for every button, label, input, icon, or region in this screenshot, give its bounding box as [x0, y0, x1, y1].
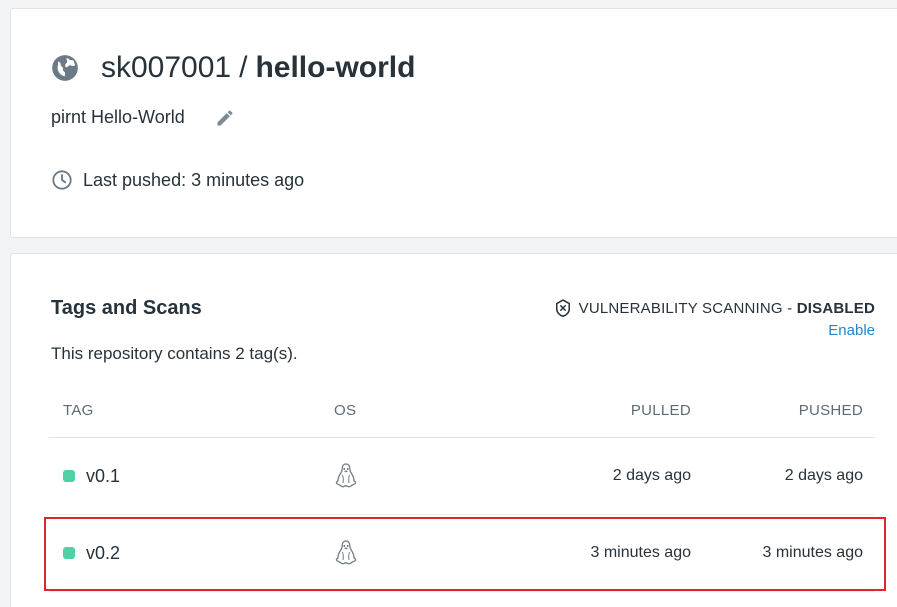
- repo-name: hello-world: [255, 51, 416, 84]
- tag-name[interactable]: v0.2: [86, 543, 120, 564]
- column-header-pulled[interactable]: PULLED: [494, 402, 691, 419]
- tags-heading: Tags and Scans: [51, 297, 202, 319]
- column-header-pushed[interactable]: PUSHED: [691, 402, 875, 419]
- shield-x-icon: [555, 299, 570, 317]
- tag-status-dot: [63, 547, 75, 559]
- os-cell: [334, 462, 494, 490]
- pulled-cell: 2 days ago: [612, 467, 691, 484]
- tags-card: Tags and Scans VULNERABILITY SCANNING - …: [10, 253, 897, 607]
- pushed-cell: 3 minutes ago: [762, 544, 863, 561]
- os-cell: [334, 539, 494, 567]
- description-row: pirnt Hello-World: [51, 107, 235, 128]
- last-pushed-row: Last pushed: 3 minutes ago: [51, 169, 304, 191]
- vulnerability-label: VULNERABILITY SCANNING -: [578, 299, 797, 317]
- pulled-cell: 3 minutes ago: [590, 544, 691, 561]
- clock-icon: [52, 170, 72, 190]
- column-header-tag[interactable]: TAG: [49, 402, 334, 419]
- vulnerability-status: VULNERABILITY SCANNING - DISABLED: [553, 298, 875, 318]
- pencil-icon[interactable]: [215, 108, 235, 128]
- tags-table: TAG OS PULLED PUSHED v0.1 2 days ago 2 d…: [49, 384, 875, 592]
- globe-icon: [52, 55, 78, 81]
- tag-count-text: This repository contains 2 tag(s).: [51, 344, 298, 363]
- linux-icon: [335, 540, 357, 565]
- repo-header-card: sk007001 / hello-world pirnt Hello-World…: [10, 8, 897, 238]
- last-pushed-text: Last pushed: 3 minutes ago: [83, 169, 305, 190]
- table-header: TAG OS PULLED PUSHED: [49, 384, 875, 438]
- column-header-os: OS: [334, 402, 357, 419]
- table-row[interactable]: v0.1 2 days ago 2 days ago: [49, 438, 875, 515]
- enable-scanning-link[interactable]: Enable: [828, 322, 875, 339]
- pushed-cell: 2 days ago: [784, 467, 863, 484]
- repo-title: sk007001 / hello-world: [51, 51, 415, 85]
- tag-cell: v0.2: [49, 543, 334, 564]
- linux-icon: [335, 463, 357, 488]
- repo-owner[interactable]: sk007001: [101, 51, 231, 85]
- tag-cell: v0.1: [49, 466, 334, 487]
- repo-separator: /: [239, 51, 248, 84]
- vulnerability-scanning-block: VULNERABILITY SCANNING - DISABLED Enable: [553, 298, 875, 339]
- repo-description: pirnt Hello-World: [51, 107, 185, 127]
- vulnerability-status-value: DISABLED: [796, 299, 875, 317]
- table-row[interactable]: v0.2 3 minutes ago 3 minutes ago: [49, 515, 875, 592]
- tag-status-dot: [63, 470, 75, 482]
- tag-name[interactable]: v0.1: [86, 466, 120, 487]
